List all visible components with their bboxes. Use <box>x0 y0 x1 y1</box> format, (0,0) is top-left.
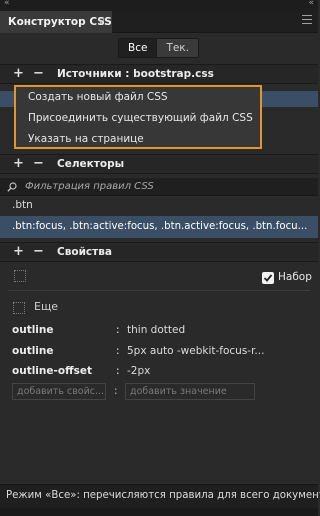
add-colon: : <box>114 385 118 397</box>
collapse-right-icon[interactable]: « <box>308 0 314 8</box>
property-value[interactable]: thin dotted <box>127 321 185 339</box>
panel-tab[interactable]: Конструктор CSS × <box>0 11 112 33</box>
more-label: Еще <box>34 300 59 313</box>
view-mode-toggle: Все Тек. <box>118 38 199 58</box>
remove-source-button[interactable]: − <box>33 65 44 83</box>
properties-header: + − Свойства <box>0 242 318 262</box>
properties-label: Свойства <box>57 246 112 258</box>
view-current-button[interactable]: Тек. <box>156 39 198 57</box>
show-set-checkbox[interactable] <box>262 272 274 284</box>
collapse-left-icon[interactable]: « <box>4 0 10 8</box>
add-property-input[interactable]: добавить свойс... <box>12 383 106 400</box>
property-value[interactable]: 5px auto -webkit-focus-r... <box>127 342 264 360</box>
property-row[interactable]: outline : thin dotted <box>0 321 318 339</box>
remove-selector-button[interactable]: − <box>33 155 44 173</box>
checkmark-icon <box>263 274 273 282</box>
property-row[interactable]: outline : 5px auto -webkit-focus-r... <box>0 342 318 360</box>
menu-item-create-css[interactable]: Создать новый файл CSS <box>16 87 260 108</box>
property-colon: : <box>116 345 120 357</box>
status-footer: Режим «Все»: перечисляются правила для в… <box>0 484 320 508</box>
menu-item-attach-css[interactable]: Присоединить существующий файл CSS <box>16 108 260 129</box>
property-row[interactable]: outline-offset : -2px <box>0 362 318 380</box>
panel-menu-icon[interactable] <box>302 15 312 25</box>
sources-label: Источники : bootstrap.css <box>57 68 214 80</box>
panel-top-strip: « « <box>0 0 318 11</box>
view-all-button[interactable]: Все <box>119 39 157 57</box>
menu-item-define-in-page[interactable]: Указать на странице <box>16 129 260 150</box>
property-colon: : <box>116 324 120 336</box>
panel-titlebar: Конструктор CSS × <box>0 11 318 33</box>
add-value-input[interactable]: добавить значение <box>125 383 255 400</box>
selectors-label: Селекторы <box>57 158 125 170</box>
selector-item-selected[interactable]: .btn:focus, .btn:active:focus, .btn.acti… <box>0 216 318 238</box>
selector-item[interactable]: .btn <box>12 199 33 211</box>
remove-property-button[interactable]: − <box>33 243 44 261</box>
property-name[interactable]: outline <box>12 321 54 339</box>
more-category-icon[interactable] <box>13 302 25 314</box>
property-value[interactable]: -2px <box>127 362 150 380</box>
search-icon <box>7 182 17 192</box>
filter-input[interactable]: Фильтрация правил CSS <box>25 178 154 196</box>
add-property-button[interactable]: + <box>13 243 24 261</box>
layout-category-icon[interactable] <box>14 270 26 282</box>
close-icon[interactable]: × <box>97 11 106 33</box>
add-source-button[interactable]: + <box>13 65 24 83</box>
selector-filter[interactable]: Фильтрация правил CSS <box>0 178 318 196</box>
property-colon: : <box>116 365 120 377</box>
property-name[interactable]: outline-offset <box>12 362 92 380</box>
show-set-label: Набор <box>278 271 312 283</box>
divider <box>8 290 310 291</box>
selector-item-label: .btn:focus, .btn:active:focus, .btn.acti… <box>12 221 308 232</box>
source-add-menu: Создать новый файл CSS Присоединить суще… <box>14 85 262 149</box>
panel-bottom-strip <box>0 508 318 516</box>
selectors-header: + − Селекторы <box>0 154 318 174</box>
footer-text: Режим «Все»: перечисляются правила для в… <box>6 490 320 501</box>
property-name[interactable]: outline <box>12 342 54 360</box>
sources-header: + − Источники : bootstrap.css <box>0 64 318 84</box>
add-selector-button[interactable]: + <box>13 155 24 173</box>
